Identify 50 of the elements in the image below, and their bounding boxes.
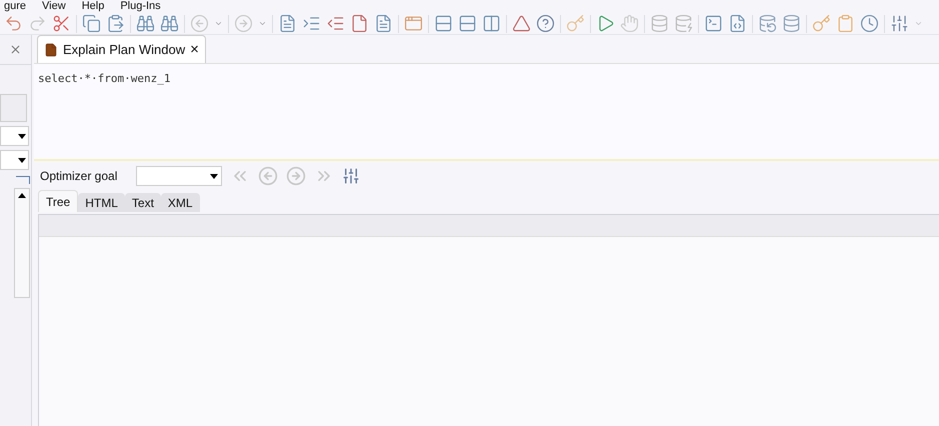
rows-icon[interactable] xyxy=(434,14,453,33)
menu-item[interactable]: Plug-Ins xyxy=(120,0,161,12)
connector-line xyxy=(16,176,30,184)
editor-tab[interactable]: Explain Plan Window × xyxy=(37,35,206,63)
key-icon[interactable] xyxy=(812,14,831,33)
paste-icon[interactable] xyxy=(106,14,125,33)
caret-icon[interactable] xyxy=(214,19,223,28)
binoculars-icon[interactable] xyxy=(160,14,179,33)
menu-item[interactable]: View xyxy=(42,0,66,12)
optimizer-goal-label: Optimizer goal xyxy=(40,168,118,185)
undo-icon[interactable] xyxy=(4,14,23,33)
dropdown[interactable] xyxy=(0,126,29,146)
caret-icon xyxy=(18,158,26,162)
document-icon[interactable] xyxy=(278,14,297,33)
sql-file-icon[interactable] xyxy=(728,14,747,33)
caret-icon[interactable] xyxy=(914,19,923,28)
columns-icon[interactable] xyxy=(482,14,501,33)
caret-icon xyxy=(210,174,218,178)
page-icon[interactable] xyxy=(374,14,393,33)
close-icon[interactable] xyxy=(9,43,22,56)
sql-text: select·*·from·wenz_1 xyxy=(38,72,170,85)
result-tab[interactable]: XML xyxy=(160,193,200,212)
scissors-icon[interactable] xyxy=(52,14,71,33)
menu-item[interactable]: Help xyxy=(82,0,104,12)
caret-icon xyxy=(18,134,26,138)
help-icon[interactable] xyxy=(536,14,555,33)
result-tab[interactable]: Tree xyxy=(38,190,78,212)
copy-icon[interactable] xyxy=(82,14,101,33)
menu-item[interactable]: gure xyxy=(4,0,26,12)
sliders-icon[interactable] xyxy=(342,167,360,185)
clipboard-icon[interactable] xyxy=(836,14,855,33)
optimizer-goal-dropdown[interactable] xyxy=(136,166,222,186)
window-icon[interactable] xyxy=(404,14,423,33)
database-icon[interactable] xyxy=(674,14,693,33)
sliders-icon[interactable] xyxy=(890,14,909,33)
rows-icon[interactable] xyxy=(458,14,477,33)
result-tab[interactable]: HTML xyxy=(78,193,125,212)
document-icon xyxy=(44,42,58,56)
page-icon[interactable] xyxy=(350,14,369,33)
clock-icon[interactable] xyxy=(860,14,879,33)
close-button[interactable]: × xyxy=(190,42,199,57)
caret-icon[interactable] xyxy=(258,19,267,28)
binoculars-icon[interactable] xyxy=(136,14,155,33)
scroll-up-icon[interactable] xyxy=(18,193,26,198)
tab-title: Explain Plan Window xyxy=(63,40,186,59)
database-icon[interactable] xyxy=(650,14,669,33)
terminal-icon[interactable] xyxy=(704,14,723,33)
result-tab[interactable]: Text xyxy=(124,193,161,212)
dropdown[interactable] xyxy=(0,150,29,170)
sql-editor[interactable]: select·*·from·wenz_1 xyxy=(34,63,939,161)
